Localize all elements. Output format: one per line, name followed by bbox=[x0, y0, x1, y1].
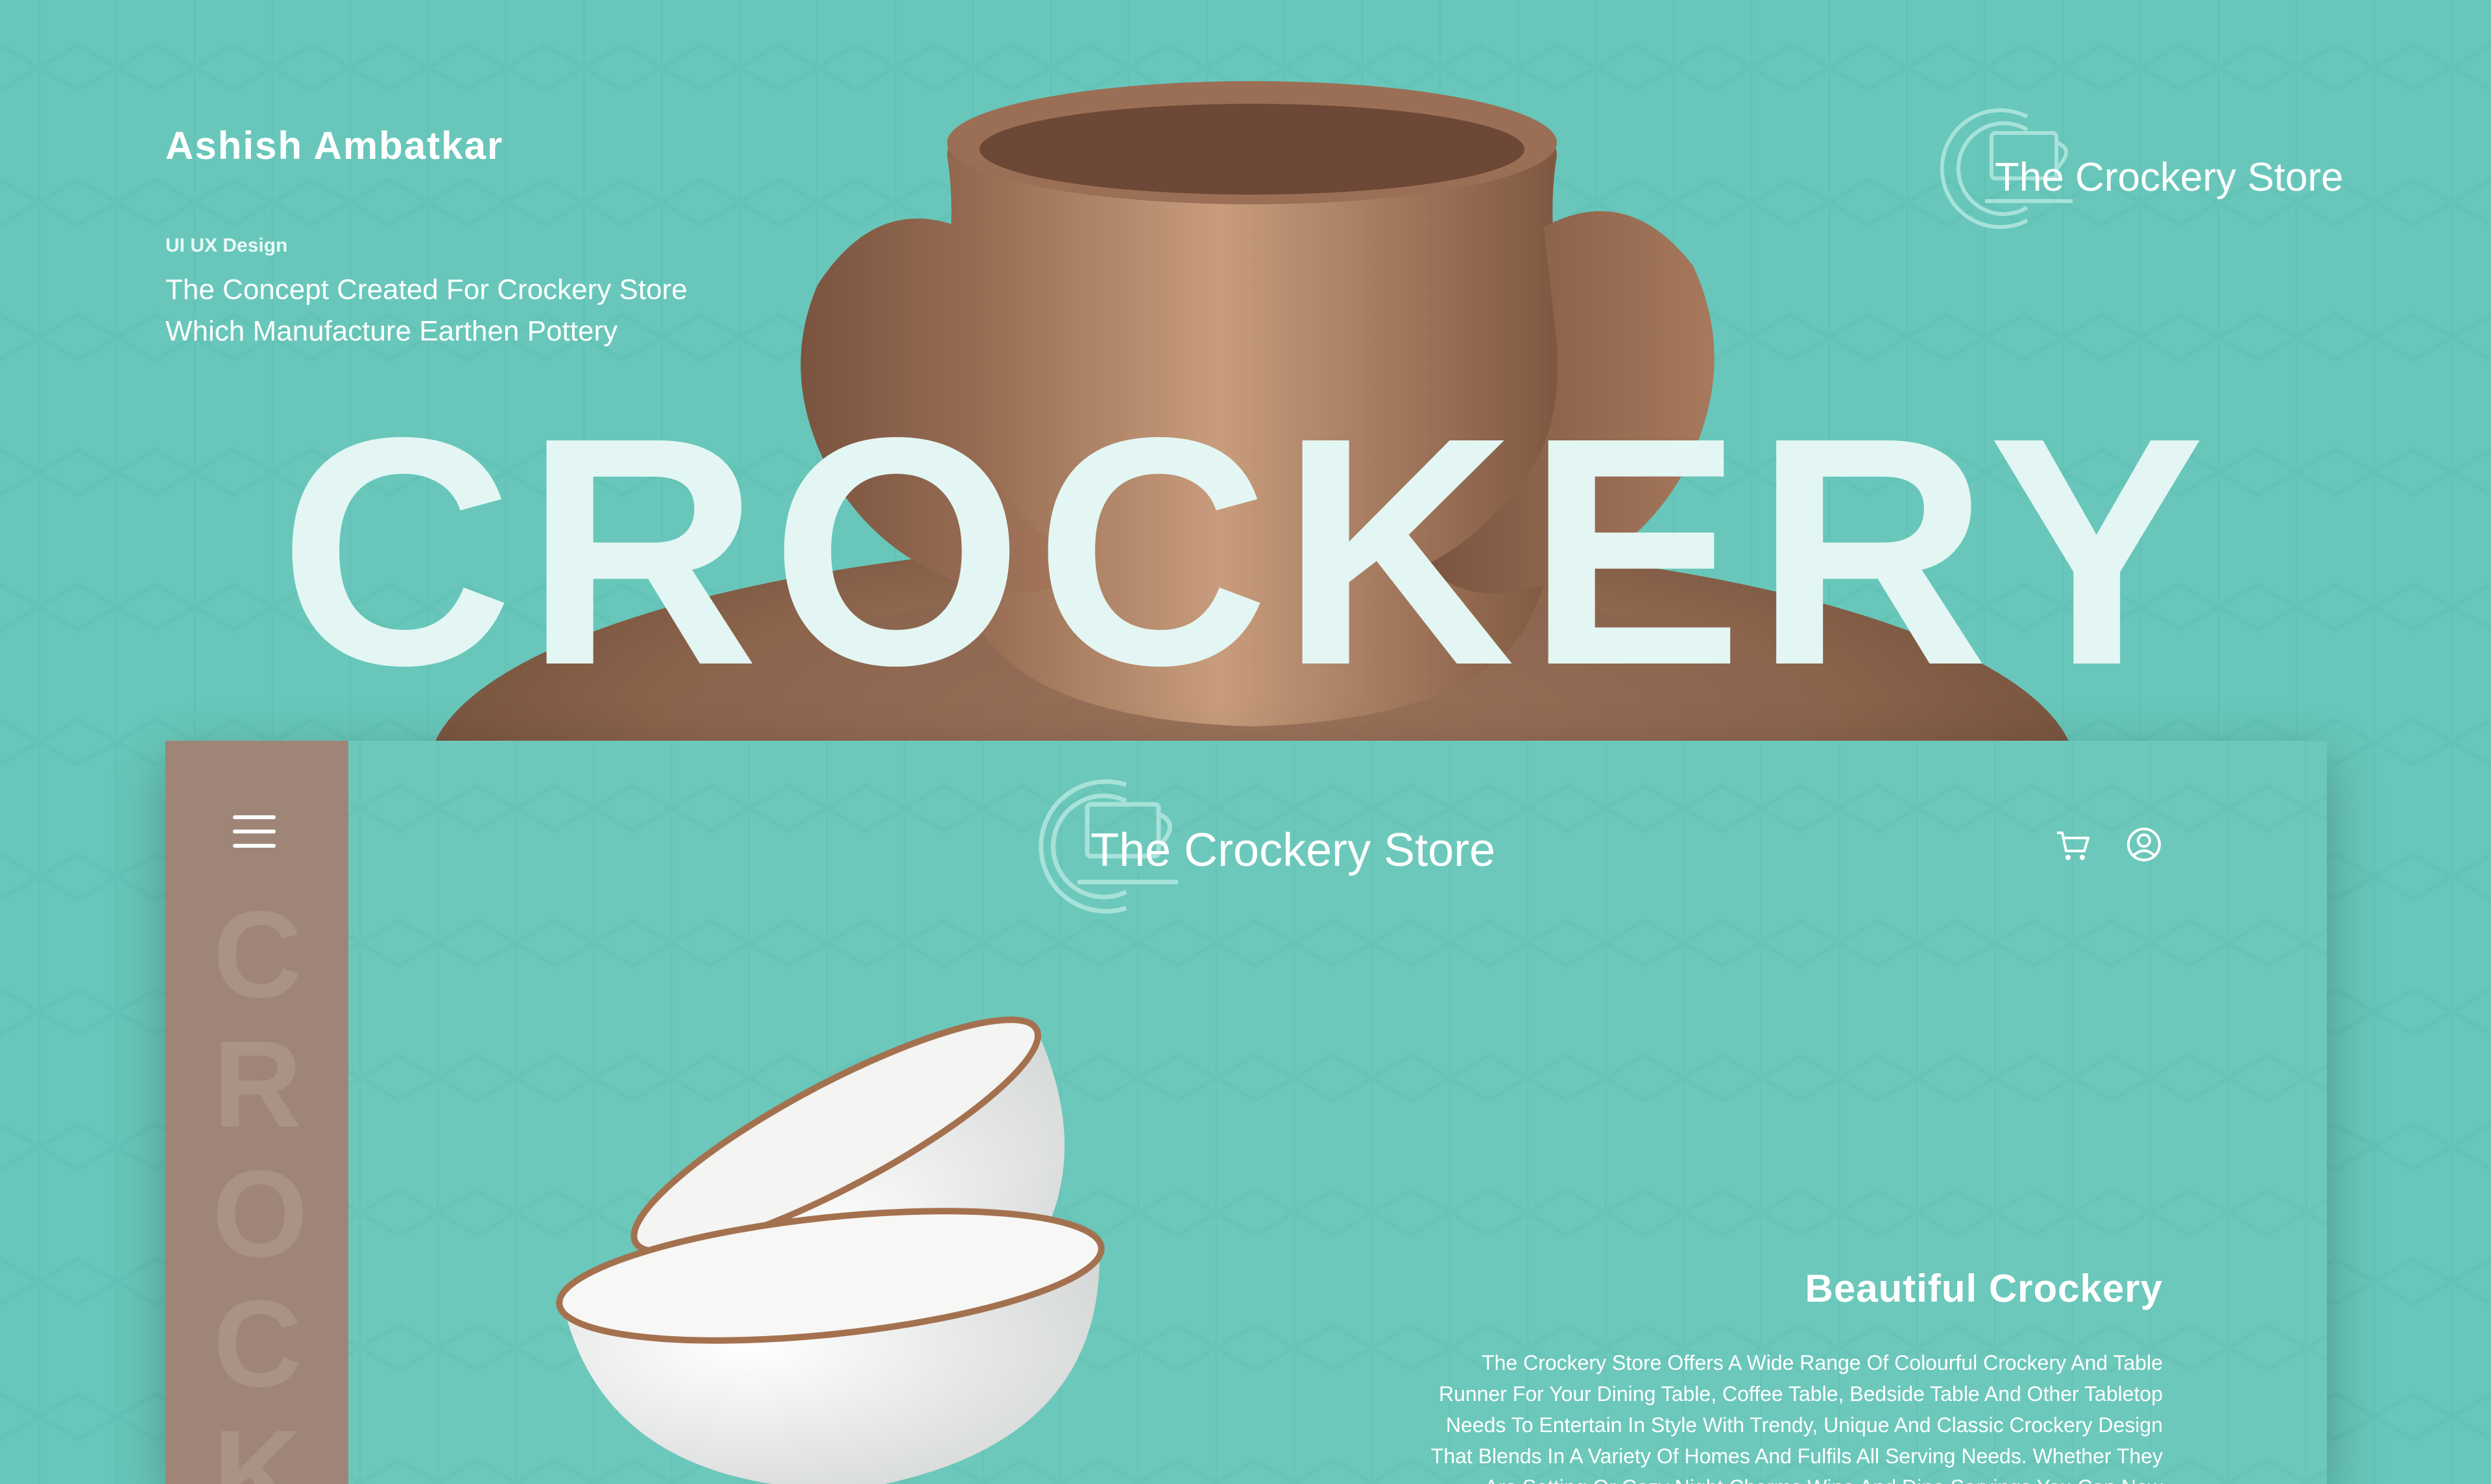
store-logo[interactable]: The Crockery Store bbox=[1019, 772, 1495, 921]
sidebar-letter: R bbox=[213, 1016, 302, 1153]
bowls-product-image bbox=[556, 1016, 1105, 1484]
hero-logo-text: The Crockery Store bbox=[1995, 155, 2344, 200]
cart-icon[interactable] bbox=[2053, 825, 2092, 864]
design-tag: UI UX Design bbox=[165, 235, 288, 256]
sidebar-letter: O bbox=[212, 1145, 308, 1283]
sidebar-vertical-word: C R O C K bbox=[212, 886, 308, 1484]
store-logo-text: The Crockery Store bbox=[1090, 824, 1496, 876]
menu-icon[interactable] bbox=[233, 815, 276, 848]
sidebar-letter: K bbox=[213, 1405, 302, 1484]
sidebar-letter: C bbox=[213, 886, 302, 1023]
website-mockup: C R O C K The Crockery Store Beautiful C… bbox=[165, 741, 2327, 1484]
section-body-text: The Crockery Store Offers A Wide Range O… bbox=[1430, 1351, 2163, 1484]
sidebar: C R O C K bbox=[165, 741, 348, 1484]
hero-logo: The Crockery Store bbox=[1930, 104, 2344, 233]
sidebar-letter: C bbox=[213, 1275, 302, 1413]
section-headline: Beautiful Crockery bbox=[1805, 1267, 2163, 1310]
user-icon[interactable] bbox=[2124, 825, 2163, 864]
hero-big-word: CROCKERY bbox=[279, 370, 2217, 732]
